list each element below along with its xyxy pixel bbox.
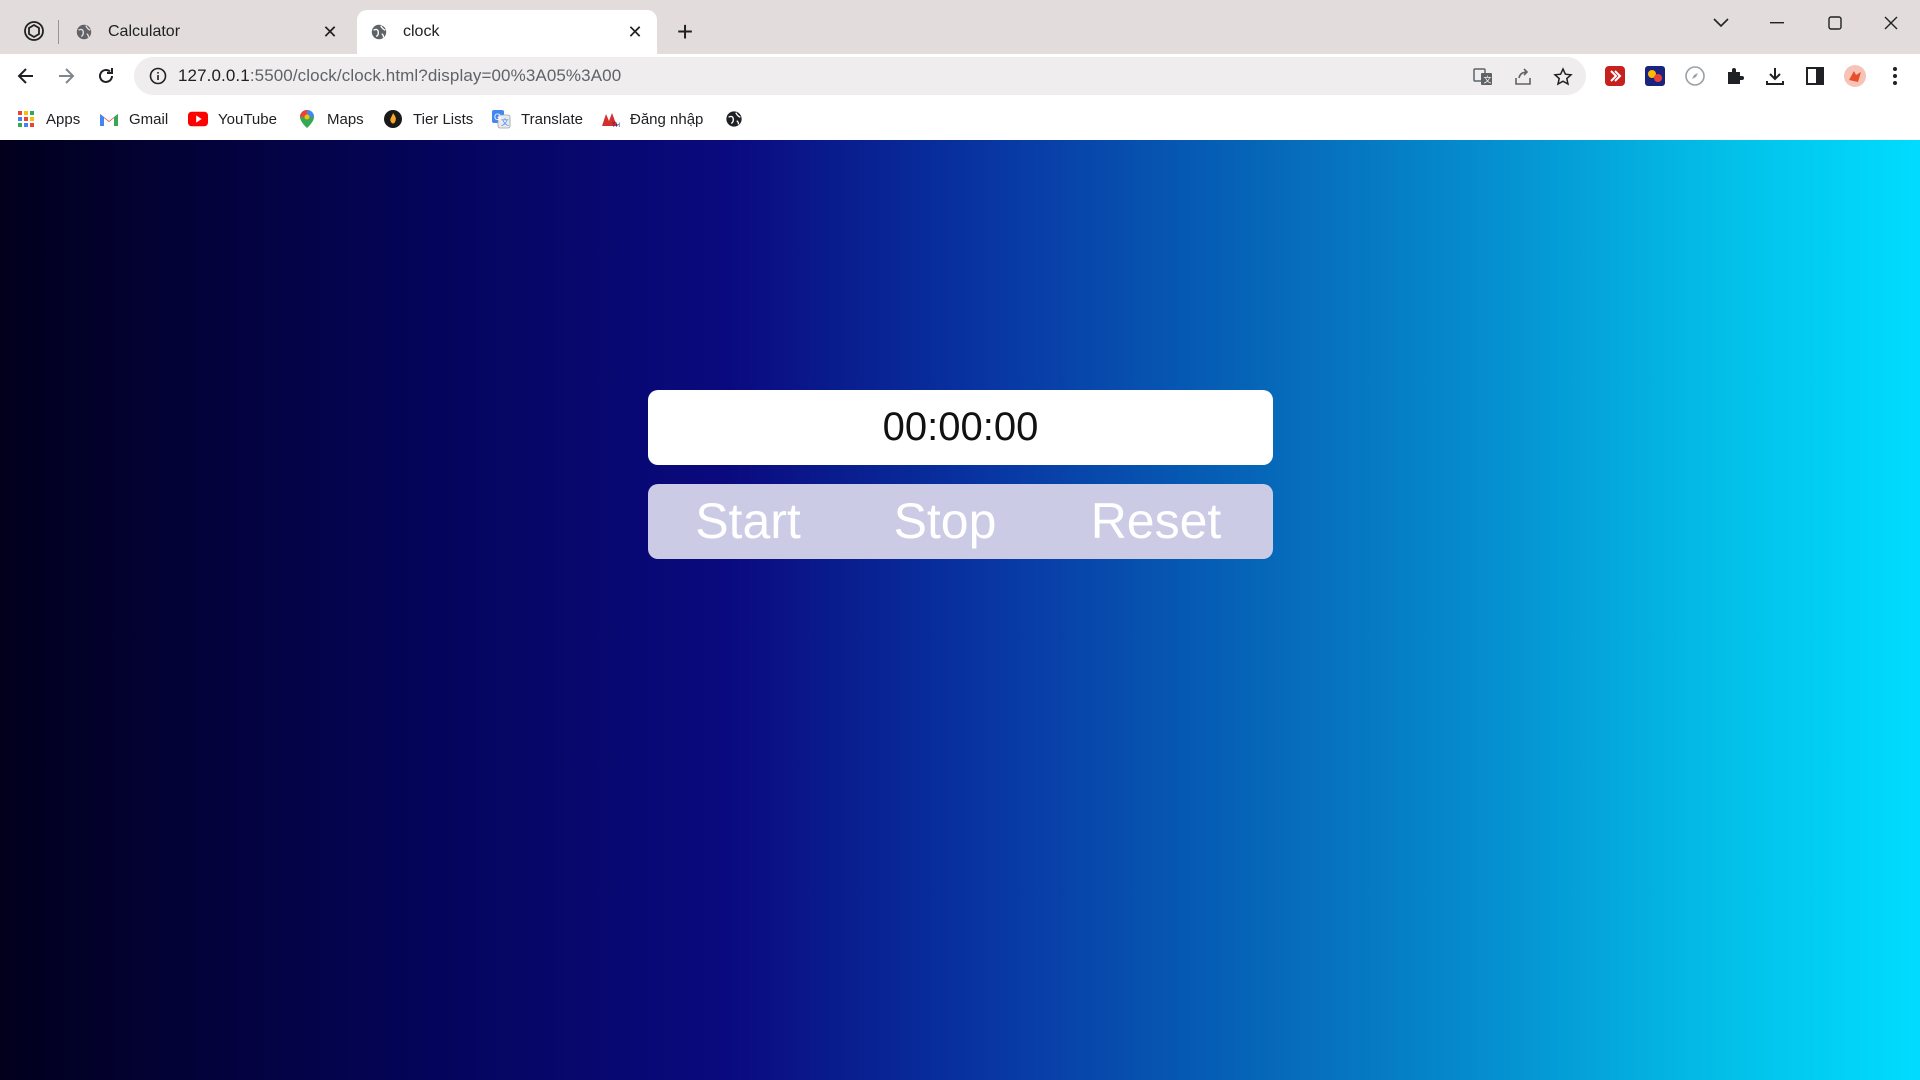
translate-page-icon[interactable]: 文 xyxy=(1472,66,1494,88)
download-icon[interactable] xyxy=(1763,64,1787,88)
tab-title: clock xyxy=(403,23,440,40)
bookmark-youtube[interactable]: YouTube xyxy=(188,106,277,132)
bookmark-globe[interactable] xyxy=(724,106,754,132)
more-menu-icon[interactable] xyxy=(1883,64,1907,88)
back-arrow-icon[interactable] xyxy=(10,60,42,92)
bookmark-label: Apps xyxy=(46,110,81,128)
bookmark-label: YouTube xyxy=(218,110,277,128)
stopwatch-controls: Start Stop Reset xyxy=(648,484,1273,559)
svg-text:文: 文 xyxy=(1484,75,1492,85)
browser-tab-strip: Calculator ✕ clock ✕ + xyxy=(0,0,1920,54)
bookmark-label: Maps xyxy=(327,110,364,128)
stop-button[interactable]: Stop xyxy=(892,490,998,552)
reset-button[interactable]: Reset xyxy=(1088,490,1224,552)
maps-pin-icon xyxy=(297,109,317,129)
stopwatch-display: 00:00:00 xyxy=(648,390,1273,465)
tab-clock[interactable]: clock ✕ xyxy=(357,10,657,54)
profile-avatar[interactable] xyxy=(1843,64,1867,88)
forward-arrow-icon[interactable] xyxy=(50,60,82,92)
extensions-puzzle-icon[interactable] xyxy=(1723,64,1747,88)
bookmark-apps[interactable]: Apps xyxy=(16,106,80,132)
tab-title: Calculator xyxy=(108,23,181,40)
globe-icon xyxy=(74,22,94,42)
gmail-icon xyxy=(99,109,119,129)
share-icon[interactable] xyxy=(1512,66,1534,88)
new-tab-button[interactable]: + xyxy=(671,18,699,46)
tab-search-chevron-icon[interactable] xyxy=(1698,6,1744,40)
browser-toolbar: 127.0.0.1:5500/clock/clock.html?display=… xyxy=(0,54,1920,98)
svg-text:G: G xyxy=(494,112,501,122)
bookmarks-bar: Apps Gmail YouTube Maps Tier Lists G文 Tr… xyxy=(0,98,1920,140)
address-bar[interactable]: 127.0.0.1:5500/clock/clock.html?display=… xyxy=(134,57,1586,95)
extension-compass-icon[interactable] xyxy=(1683,64,1707,88)
globe-icon xyxy=(724,109,744,129)
bookmark-label: Đăng nhập xyxy=(630,110,704,128)
bookmark-maps[interactable]: Maps xyxy=(297,106,364,132)
tier-lists-icon xyxy=(383,109,403,129)
url-host: 127.0.0.1 xyxy=(178,66,250,85)
bookmark-label: Gmail xyxy=(129,110,169,128)
openai-logo-icon[interactable] xyxy=(20,17,48,45)
tab-calculator[interactable]: Calculator ✕ xyxy=(62,10,352,54)
globe-icon xyxy=(369,22,389,42)
minimize-icon[interactable] xyxy=(1754,6,1800,40)
site-info-icon[interactable] xyxy=(148,66,168,86)
svg-text:TH: TH xyxy=(612,123,620,129)
bookmark-tier-lists[interactable]: Tier Lists xyxy=(383,106,473,132)
maximize-icon[interactable] xyxy=(1812,6,1858,40)
reload-icon[interactable] xyxy=(90,60,122,92)
close-tab-icon[interactable]: ✕ xyxy=(623,20,647,44)
close-window-icon[interactable] xyxy=(1868,6,1914,40)
apps-grid-icon xyxy=(16,109,36,129)
url-path: :5500/clock/clock.html?display=00%3A05%3… xyxy=(249,66,622,85)
close-tab-icon[interactable]: ✕ xyxy=(318,20,342,44)
page-viewport: 00:00:00 Start Stop Reset xyxy=(0,140,1920,1080)
tab-divider xyxy=(58,20,59,44)
bookmark-label: Tier Lists xyxy=(413,110,474,128)
bookmark-gmail[interactable]: Gmail xyxy=(99,106,168,132)
bookmark-dang-nhap[interactable]: TH Đăng nhập xyxy=(600,106,703,132)
svg-text:文: 文 xyxy=(501,117,509,127)
login-site-icon: TH xyxy=(600,109,620,129)
start-button[interactable]: Start xyxy=(694,490,802,552)
bookmark-translate[interactable]: G文 Translate xyxy=(491,106,583,132)
youtube-icon xyxy=(188,109,208,129)
url-text[interactable]: 127.0.0.1:5500/clock/clock.html?display=… xyxy=(178,66,621,86)
extension-red-icon[interactable] xyxy=(1603,64,1627,88)
side-panel-icon[interactable] xyxy=(1803,64,1827,88)
extension-colorful-icon[interactable] xyxy=(1643,64,1667,88)
bookmark-star-icon[interactable] xyxy=(1552,66,1574,88)
translate-icon: G文 xyxy=(491,109,511,129)
bookmark-label: Translate xyxy=(521,110,583,128)
